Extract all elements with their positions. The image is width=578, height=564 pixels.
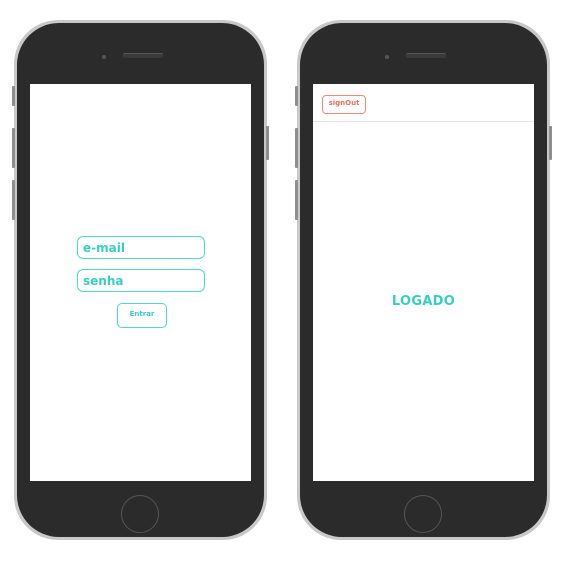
phone-mockup-home: signOut LOGADO <box>295 20 552 540</box>
phone-body: signOut LOGADO <box>300 23 547 537</box>
header-divider <box>313 121 534 122</box>
phone-side-button <box>295 86 298 106</box>
camera-icon <box>385 55 389 59</box>
phone-side-button <box>12 128 15 168</box>
home-screen: signOut LOGADO <box>313 84 534 481</box>
status-text: LOGADO <box>391 294 456 309</box>
signout-button[interactable]: signOut <box>322 95 366 114</box>
speaker-grille <box>406 53 446 58</box>
phone-mockup-login: Entrar <box>12 20 269 540</box>
phone-side-button <box>266 126 269 160</box>
password-field[interactable] <box>77 269 205 292</box>
phone-body: Entrar <box>17 23 264 537</box>
phone-side-button <box>12 180 15 220</box>
phone-side-button <box>295 180 298 220</box>
phone-side-button <box>12 86 15 106</box>
camera-icon <box>102 55 106 59</box>
login-screen: Entrar <box>30 84 251 481</box>
home-button[interactable] <box>404 495 442 533</box>
phone-side-button <box>295 128 298 168</box>
speaker-grille <box>123 53 163 58</box>
home-button[interactable] <box>121 495 159 533</box>
email-field[interactable] <box>77 236 205 259</box>
phone-side-button <box>549 126 552 160</box>
entrar-button[interactable]: Entrar <box>117 303 167 328</box>
